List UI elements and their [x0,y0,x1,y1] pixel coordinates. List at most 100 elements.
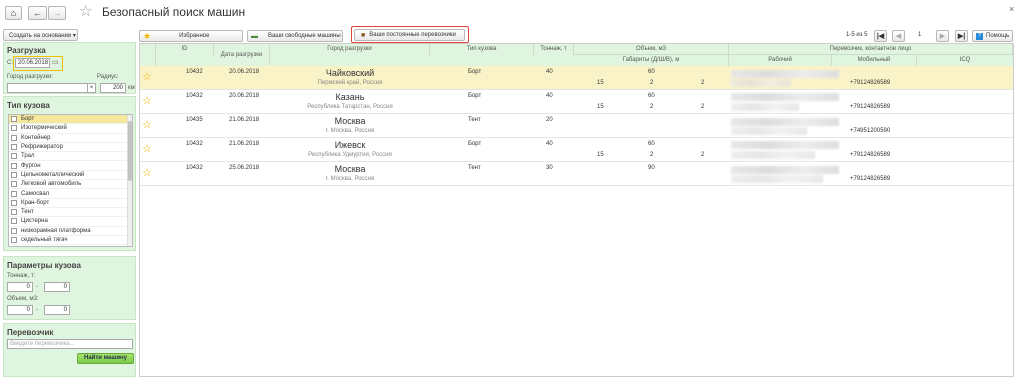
cell-date: 21.06.2018 [229,117,260,123]
checkbox[interactable] [11,134,17,141]
cell-mobile: +79124826589 [850,152,891,158]
body-type-item[interactable]: седельный тягач [9,236,132,246]
body-type-title: Тип кузова [7,101,50,110]
favorites-button[interactable]: ★ Избранное [139,30,243,42]
checkbox[interactable] [11,125,17,132]
help-icon: ? [976,32,983,40]
body-type-item[interactable]: Трал [9,152,132,162]
carrier-title: Перевозчик [7,328,54,337]
cell-body: Борт [468,141,482,147]
find-car-button[interactable]: Найти машину [77,353,134,364]
checkbox[interactable] [11,227,17,234]
cell-date: 21.06.2018 [229,141,260,147]
body-type-item[interactable]: Борт [9,115,132,125]
cell-volume: 60 [648,93,655,99]
favorite-star-icon[interactable]: ☆ [142,166,152,179]
home-icon: ⌂ [10,8,17,18]
body-type-item[interactable]: Контейнер [9,134,132,143]
tonnage-from-input[interactable]: 0 [7,282,33,292]
favorite-star-icon[interactable]: ☆ [142,142,152,155]
arrow-left-icon: ← [33,8,42,18]
cell-region: Республика Татарстан, Россия [307,104,393,110]
header-city[interactable]: Город разгрузки [270,44,430,55]
create-based-on-button[interactable]: Создать на основании ▾ [3,29,78,41]
checkbox[interactable] [11,218,17,225]
back-button[interactable]: ← [28,6,47,20]
header-id[interactable]: ID [156,44,214,55]
city-input[interactable] [7,83,93,93]
header-icq[interactable]: ICQ [917,55,1013,66]
cell-volume: 60 [648,69,655,75]
checkbox[interactable] [11,116,17,123]
body-type-label: Кран-борт [21,199,50,206]
cell-id: 10432 [186,165,203,171]
volume-to-input[interactable]: 0 [44,305,70,315]
body-type-item[interactable]: Изотермический [9,124,132,134]
table-row[interactable]: ☆ 10432 21.06.2018 Ижевск Республика Удмурти… [140,138,1013,162]
date-from-input[interactable]: 20.06.2018 [15,58,50,68]
checkbox[interactable] [11,199,17,206]
list-scrollbar[interactable] [127,115,132,246]
carrier-input[interactable]: Введите перевозчика... [7,339,133,349]
table-row[interactable]: ☆ 10435 21.06.2018 Москва г. Москва, Россия Т… [140,114,1013,138]
regular-carriers-button[interactable]: ■ Ваши постоянные перевозчики [354,29,465,41]
checkbox[interactable] [11,162,17,169]
clear-city-button[interactable]: × [87,83,96,93]
prev-page-button[interactable]: ◀ [892,30,905,42]
home-button[interactable]: ⌂ [5,6,22,20]
cell-width: 2 [650,104,654,110]
body-type-item[interactable]: низкорамная платформа [9,227,132,236]
cell-region: г. Москва, Россия [325,176,375,182]
close-icon[interactable]: × [1009,4,1014,14]
header-date[interactable]: Дата разгрузки [214,45,270,65]
checkbox[interactable] [11,190,17,197]
tonnage-to-input[interactable]: 0 [44,282,70,292]
header-volume[interactable]: Объем, м3 [574,44,729,55]
cell-mobile: +79124826589 [850,80,891,86]
header-work[interactable]: Рабочий [729,55,832,66]
volume-from-input[interactable]: 0 [7,305,33,315]
body-type-item[interactable]: Тент [9,208,132,218]
header-dims[interactable]: Габариты (Д/Ш/В), м [574,55,729,66]
checkbox[interactable] [11,144,17,151]
forward-button[interactable]: → [48,6,66,20]
blurred-contact [731,79,791,87]
header-body[interactable]: Тип кузова [430,44,534,55]
checkbox[interactable] [11,237,17,243]
table-row[interactable]: ☆ 10432 20.06.2018 Чайковский Пермский край,… [140,66,1013,90]
header-carrier[interactable]: Перевозчик, контактное лицо [729,44,1013,55]
favorite-star-icon[interactable]: ☆ [142,94,152,107]
body-type-item[interactable]: Самосвал [9,189,132,199]
body-type-item[interactable]: Легковой автомобиль [9,180,132,190]
body-type-item[interactable]: Фургон [9,161,132,171]
free-cars-button[interactable]: ▬ Ваши свободные машины [247,30,343,42]
checkbox[interactable] [11,209,17,216]
body-type-list[interactable]: Борт Изотермический Контейнер Рефрижератор Т… [8,114,133,247]
checkbox[interactable] [11,171,17,178]
header-tonnage[interactable]: Тоннаж, т [534,44,574,55]
body-type-item[interactable]: Цельнометаллический [9,171,132,181]
favorite-star-icon[interactable]: ☆ [142,70,152,83]
table-row[interactable]: ☆ 10432 25.06.2018 Москва г. Москва, Россия Т… [140,162,1013,186]
last-page-button[interactable]: ▶| [955,30,968,42]
body-type-item[interactable]: Кран-борт [9,199,132,208]
body-type-item[interactable]: Цистерна [9,217,132,227]
favorite-star-icon[interactable]: ☆ [79,2,92,20]
help-button[interactable]: ? Помощь [972,30,1013,42]
blurred-contact [731,93,839,101]
cell-height: 2 [701,152,705,158]
table-header: ID Дата разгрузки Город разгрузки Тип ку… [140,44,1013,66]
checkbox[interactable] [11,153,17,160]
table-row[interactable]: ☆ 10432 20.06.2018 Казань Республика Татарст… [140,90,1013,114]
radius-input[interactable]: 200 [100,83,126,93]
next-page-button[interactable]: ▶ [936,30,949,42]
favorite-star-icon[interactable]: ☆ [142,118,152,131]
unload-title: Разгрузка [7,46,46,55]
calendar-icon[interactable]: ▭ [52,58,59,66]
blurred-contact [731,151,815,159]
checkbox[interactable] [11,181,17,188]
first-page-button[interactable]: |◀ [874,30,887,42]
body-type-item[interactable]: Рефрижератор [9,143,132,153]
header-mobile[interactable]: Мобильный [832,55,917,66]
cell-length: 15 [597,104,604,110]
